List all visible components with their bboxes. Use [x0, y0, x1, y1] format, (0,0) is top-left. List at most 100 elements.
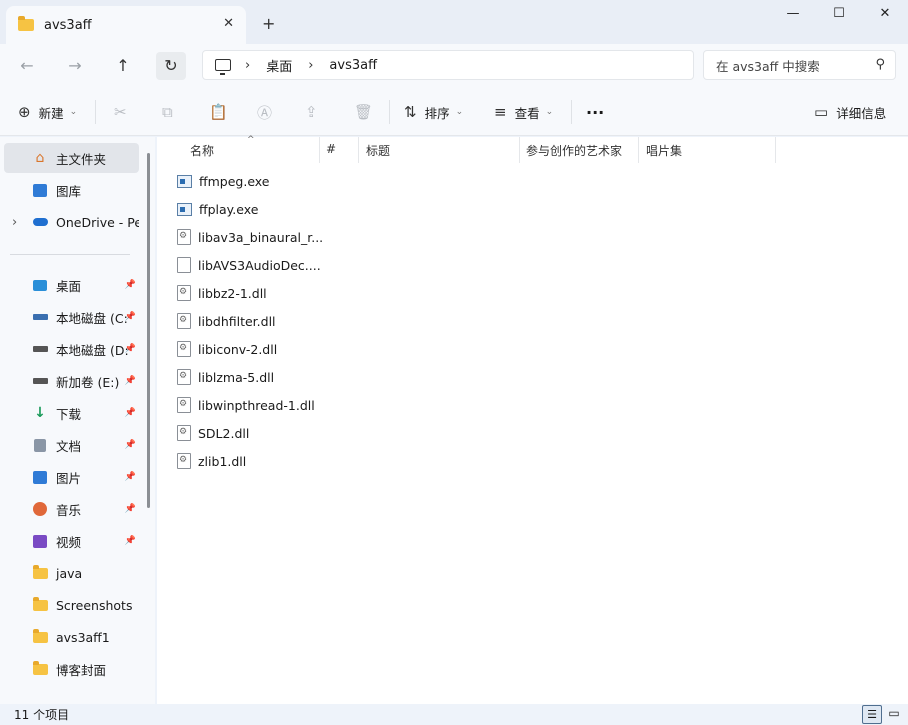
forward-button[interactable]: → — [60, 52, 90, 80]
file-row[interactable]: libbz2-1.dll — [177, 281, 327, 305]
file-row[interactable]: ffplay.exe — [177, 197, 327, 221]
details-pane-label: 详细信息 — [836, 105, 887, 121]
file-name: ffmpeg.exe — [199, 173, 270, 189]
file-row[interactable]: liblzma-5.dll — [177, 365, 327, 389]
sidebar-item-screenshots[interactable]: Screenshots — [4, 590, 139, 620]
file-row[interactable]: libAVS3AudioDec.... — [177, 253, 327, 277]
search-icon[interactable]: ⚲ — [875, 57, 885, 72]
dll-file-icon — [177, 229, 191, 245]
sidebar-item-downloads[interactable]: ↓ 下载 📌 — [4, 398, 139, 428]
file-row[interactable]: zlib1.dll — [177, 449, 327, 473]
status-bar: 11 个项目 ☰ ▭ — [0, 704, 908, 725]
sidebar-item-drive-d[interactable]: 本地磁盘 (D: 📌 — [4, 334, 139, 364]
file-row[interactable]: libwinpthread-1.dll — [177, 393, 327, 417]
sidebar-item-home[interactable]: ⌂ 主文件夹 — [4, 143, 139, 173]
dll-file-icon — [177, 397, 191, 413]
paste-button[interactable]: 📋 — [209, 100, 236, 124]
file-row[interactable]: libiconv-2.dll — [177, 337, 327, 361]
delete-button[interactable]: 🗑 — [354, 100, 381, 124]
download-icon: ↓ — [34, 405, 46, 421]
pin-icon[interactable]: 📌 — [125, 440, 136, 450]
expand-chevron-icon[interactable]: › — [12, 215, 17, 230]
sidebar-item-pictures[interactable]: 图片 📌 — [4, 462, 139, 492]
dll-file-icon — [177, 369, 191, 385]
view-button-label: 查看 — [514, 105, 540, 121]
breadcrumb-separator: › — [245, 57, 251, 73]
sidebar-item-label: avs3aff1 — [56, 629, 110, 645]
sidebar-item-documents[interactable]: 文档 📌 — [4, 430, 139, 460]
view-button[interactable]: ≡ 查看 ⌄ — [494, 100, 553, 124]
sidebar-item-java[interactable]: java — [4, 558, 139, 588]
file-row[interactable]: libav3a_binaural_r... — [177, 225, 327, 249]
sidebar-item-gallery[interactable]: 图库 — [4, 175, 139, 205]
tab-avs3aff[interactable]: avs3aff ✕ — [6, 6, 246, 44]
more-options-button[interactable]: ··· — [586, 100, 604, 124]
file-row[interactable]: SDL2.dll — [177, 421, 327, 445]
column-divider[interactable] — [775, 137, 776, 163]
file-row[interactable]: libdhfilter.dll — [177, 309, 327, 333]
computer-icon — [215, 59, 231, 75]
minimize-button[interactable]: — — [770, 6, 816, 28]
search-input[interactable] — [716, 57, 866, 75]
sort-button[interactable]: ⇅ 排序 ⌄ — [404, 100, 463, 124]
new-button[interactable]: ⊕ 新建 ⌄ — [18, 100, 77, 124]
maximize-button[interactable]: ☐ — [816, 6, 862, 28]
copy-button[interactable]: ⧉ — [162, 100, 181, 124]
pin-icon[interactable]: 📌 — [125, 312, 136, 322]
column-header-artists[interactable]: 参与创作的艺术家 — [526, 142, 622, 164]
cut-button[interactable]: ✂ — [114, 100, 135, 124]
column-divider[interactable] — [319, 137, 320, 163]
sidebar-item-drive-c[interactable]: 本地磁盘 (C: 📌 — [4, 302, 139, 332]
details-pane-button[interactable]: ▭ 详细信息 — [814, 100, 886, 124]
file-row[interactable]: ffmpeg.exe — [177, 169, 327, 193]
file-name: zlib1.dll — [198, 453, 247, 469]
pin-icon[interactable]: 📌 — [125, 536, 136, 546]
sidebar-item-avs3aff1[interactable]: avs3aff1 — [4, 622, 139, 652]
desktop-icon — [32, 277, 48, 293]
pin-icon[interactable]: 📌 — [125, 408, 136, 418]
blank-file-icon — [177, 257, 191, 273]
rename-button[interactable]: Ⓐ — [257, 100, 280, 124]
column-divider[interactable] — [638, 137, 639, 163]
column-header-name[interactable]: 名称 — [190, 142, 214, 164]
search-box[interactable]: ⚲ — [703, 50, 896, 80]
breadcrumb-avs3aff[interactable]: avs3aff — [329, 58, 377, 73]
document-icon — [32, 437, 48, 453]
close-button[interactable]: ✕ — [862, 6, 908, 28]
sidebar-item-drive-e[interactable]: 新加卷 (E:) 📌 — [4, 366, 139, 396]
address-bar[interactable]: › 桌面 › avs3aff — [202, 50, 694, 80]
breadcrumb-desktop[interactable]: 桌面 — [266, 56, 292, 75]
column-divider[interactable] — [519, 137, 520, 163]
pin-icon[interactable]: 📌 — [125, 376, 136, 386]
up-button[interactable]: ↑ — [108, 52, 138, 80]
sort-ascending-icon: ^ — [247, 135, 255, 145]
sidebar-item-desktop[interactable]: 桌面 📌 — [4, 270, 139, 300]
navigation-pane: ⌂ 主文件夹 图库 › OneDrive - Per 桌面 📌 本地磁盘 (C:… — [0, 137, 155, 704]
column-divider[interactable] — [358, 137, 359, 163]
home-icon: ⌂ — [35, 150, 45, 166]
column-header-album[interactable]: 唱片集 — [646, 142, 682, 164]
sidebar-item-label: 视频 — [56, 534, 82, 550]
tiles-view-icon[interactable]: ▭ — [884, 705, 904, 724]
pin-icon[interactable]: 📌 — [125, 504, 136, 514]
sidebar-item-music[interactable]: 音乐 📌 — [4, 494, 139, 524]
sidebar-item-videos[interactable]: 视频 📌 — [4, 526, 139, 556]
pin-icon[interactable]: 📌 — [125, 280, 136, 290]
new-tab-button[interactable]: + — [262, 14, 275, 33]
details-view-icon[interactable]: ☰ — [862, 705, 882, 724]
pin-icon[interactable]: 📌 — [125, 472, 136, 482]
back-button[interactable]: ← — [12, 52, 42, 80]
refresh-button[interactable]: ↻ — [156, 52, 186, 80]
sidebar-item-blog-covers[interactable]: 博客封面 — [4, 654, 139, 684]
cloud-icon — [32, 214, 48, 230]
file-name: ffplay.exe — [199, 201, 259, 217]
column-header-title[interactable]: 标题 — [366, 142, 390, 164]
share-button[interactable]: ⇪ — [305, 100, 326, 124]
pin-icon[interactable]: 📌 — [125, 344, 136, 354]
sidebar-scrollbar[interactable] — [147, 153, 150, 508]
column-header-number[interactable]: # — [326, 142, 336, 164]
sidebar-item-onedrive[interactable]: › OneDrive - Per — [4, 207, 139, 237]
tab-close-icon[interactable]: ✕ — [223, 16, 234, 31]
exe-file-icon — [177, 174, 192, 188]
music-icon — [32, 501, 48, 517]
